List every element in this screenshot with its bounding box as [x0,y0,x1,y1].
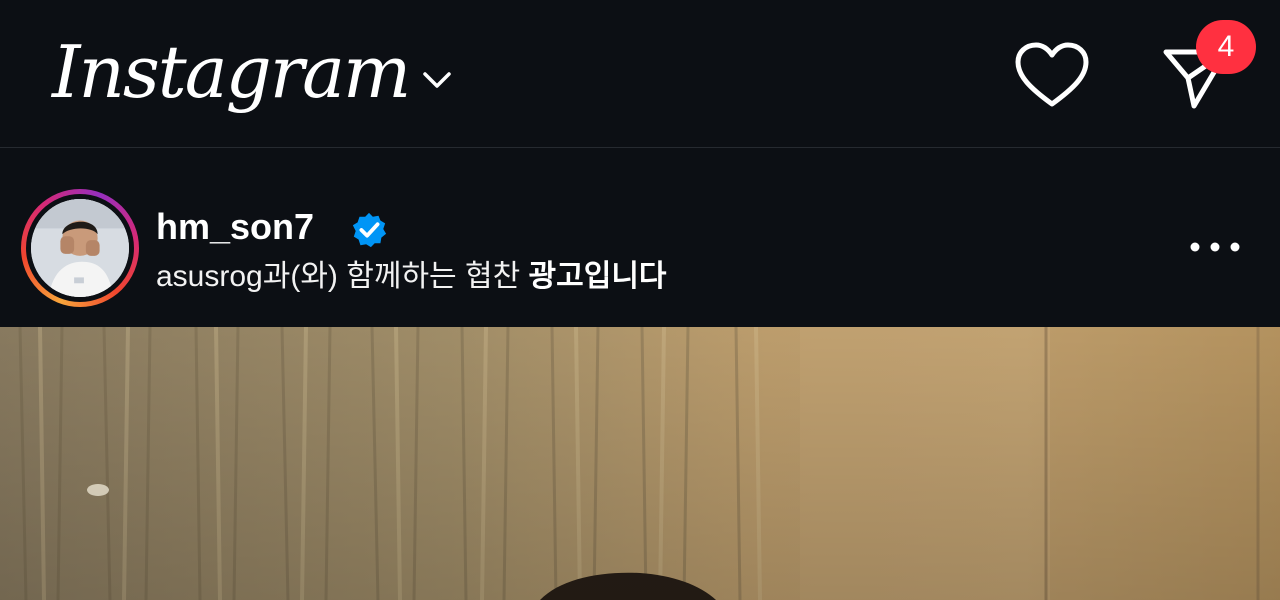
story-ring[interactable] [21,189,139,307]
post-username[interactable]: hm_son7 [156,205,314,249]
verified-badge-icon [352,212,387,248]
top-navigation-bar: Instagram 4 [0,0,1280,148]
post-header: hm_son7 asusrog과(와) 함께하는 협찬 광고입니다 [0,149,1280,327]
post-photo [0,327,1280,600]
avatar-image [31,199,129,297]
messages-badge: 4 [1196,20,1256,74]
more-horizontal-icon[interactable] [1186,229,1244,265]
chevron-down-icon[interactable] [420,66,454,94]
instagram-logo[interactable]: Instagram [52,24,411,120]
heart-icon[interactable] [1012,40,1092,112]
sponsor-text: 과(와) 함께하는 협찬 [262,260,521,293]
avatar[interactable] [31,199,129,297]
paid-partnership-label[interactable]: asusrog과(와) 함께하는 협찬 광고입니다 [156,257,667,297]
post-image[interactable] [0,327,1280,600]
sponsor-ad-text: 광고입니다 [528,260,667,293]
sponsor-brand[interactable]: asusrog [156,260,263,293]
